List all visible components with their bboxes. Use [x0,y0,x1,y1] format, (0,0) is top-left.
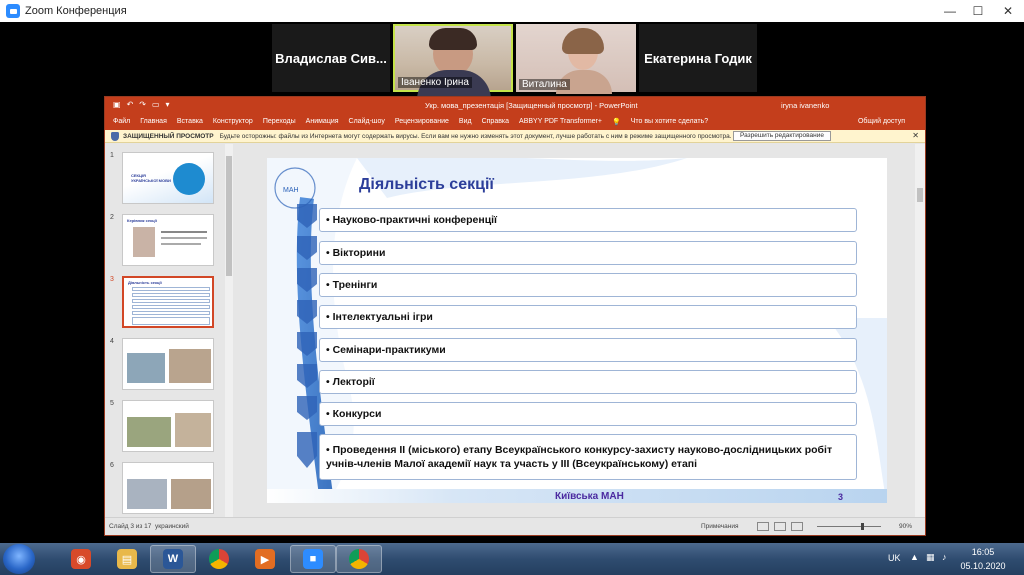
chrome-icon[interactable] [196,545,242,573]
zoom-gallery: Владислав Сив... Іваненко Ірина Виталина… [0,22,1024,100]
slide-sorter-icon[interactable] [774,522,786,531]
activity-item: • Конкурси [319,402,857,426]
close-icon[interactable]: ✕ [912,131,919,140]
participant-video[interactable]: Іваненко Ірина [393,24,513,100]
lightbulb-icon: 💡 [611,118,621,126]
shield-icon [111,131,119,141]
chrome-icon[interactable] [336,545,382,573]
participant-name: Владислав Сив... [275,50,387,66]
powerpoint-window: ▣ ↶ ↷ ▭ ▾ Укр. мова_презентація [Защищен… [104,96,926,536]
system-tray: UK ▲ ▦ ♪ 16:05 05.10.2020 [844,543,1024,575]
tab-slideshow[interactable]: Слайд-шоу [349,118,385,125]
zoom-slider[interactable] [817,523,881,530]
participant-name: Іваненко Ірина [398,77,472,88]
eye-app-icon[interactable]: ◉ [58,545,104,573]
minimize-icon[interactable]: — [936,2,964,20]
ppt-ribbon-tabs: Файл Главная Вставка Конструктор Переход… [105,113,925,130]
slide-thumbnail[interactable]: 2 Керівник секції [108,214,218,266]
slide-editor: МАН Діяльність секції • Науково-практичн… [235,144,917,519]
slideshow-icon[interactable]: ▭ [152,100,160,109]
undo-icon[interactable]: ↶ [127,100,134,109]
tab-transitions[interactable]: Переходы [263,118,296,125]
activity-item: • Інтелектуальні ігри [319,305,857,329]
slide-thumbnail-selected[interactable]: 3 Діяльність секції [108,276,218,328]
participant-video[interactable]: Виталина [516,24,636,94]
protected-view-bar: ЗАЩИЩЕННЫЙ ПРОСМОТР Будьте осторожны: фа… [105,130,925,143]
slide-thumbnail[interactable]: 4 [108,338,218,390]
network-icon[interactable]: ▦ [926,552,935,563]
redo-icon[interactable]: ↷ [139,100,146,109]
tab-view[interactable]: Вид [459,118,472,125]
protected-view-label: ЗАЩИЩЕННЫЙ ПРОСМОТР [123,132,214,140]
normal-view-icon[interactable] [757,522,769,531]
tab-file[interactable]: Файл [113,118,130,125]
folder-icon[interactable]: ▤ [104,545,150,573]
zoom-title-bar: Zoom Конференция — ☐ ✕ [0,0,1024,22]
slide-scrollbar[interactable] [915,144,925,519]
activity-item: • Проведення ІІ (міського) етапу Всеукра… [319,434,857,480]
clock-time[interactable]: 16:05 [958,547,1008,557]
zoom-camera-icon [6,4,20,18]
share-button[interactable]: Общий доступ [858,118,905,125]
thumbnail-scrollbar[interactable] [225,144,233,519]
tab-insert[interactable]: Вставка [177,118,203,125]
close-icon[interactable]: ✕ [994,2,1022,20]
activity-item: • Вікторини [319,241,857,265]
tab-animations[interactable]: Анимация [306,118,339,125]
slide-thumbnail[interactable]: 6 [108,462,218,514]
enable-editing-button[interactable]: Разрешить редактирование [733,131,831,141]
participant-tile[interactable]: Екатерина Годик [639,24,757,92]
save-icon[interactable]: ▣ [113,100,121,109]
participant-name: Екатерина Годик [644,50,752,66]
clock-date[interactable]: 05.10.2020 [956,561,1010,571]
activity-item: • Лекторії [319,370,857,394]
slide-thumbnail-pane: 1 СЕКЦІЯ УКРАЇНСЬКОЇ МОВИ 2 Керівник сек… [105,144,233,519]
participant-tile[interactable]: Владислав Сив... [272,24,390,92]
participant-name: Виталина [519,79,570,90]
slide-canvas[interactable]: МАН Діяльність секції • Науково-практичн… [267,158,887,503]
word-icon[interactable]: W [150,545,196,573]
tray-arrow-icon[interactable]: ▲ [910,552,919,562]
slide-thumbnail[interactable]: 5 [108,400,218,452]
svg-text:МАН: МАН [283,187,299,194]
maximize-icon[interactable]: ☐ [964,2,992,20]
windows-taskbar: ◉ ▤ W ▶ ■ UK ▲ ▦ ♪ 16:05 05.10.2020 [0,543,1024,575]
customize-icon[interactable]: ▾ [166,100,170,109]
activity-item: • Семінари-практикуми [319,338,857,362]
notes-button[interactable]: Примечания [701,523,739,530]
start-orb-icon[interactable] [3,544,35,574]
ppt-document-title: Укр. мова_презентація [Защищенный просмо… [425,101,638,110]
protected-view-message: Будьте осторожны: файлы из Интернета мог… [219,132,732,140]
slide-counter: Слайд 3 из 17 [109,523,152,530]
zoom-app-icon[interactable]: ■ [290,545,336,573]
tab-design[interactable]: Конструктор [213,118,253,125]
tab-abbyy[interactable]: ABBYY PDF Transformer+ [519,118,602,125]
tell-me-search[interactable]: Что вы хотите сделать? [631,118,708,125]
tab-help[interactable]: Справка [482,118,509,125]
ppt-user-name[interactable]: iryna ivanenko [781,101,829,110]
volume-icon[interactable]: ♪ [942,552,947,562]
slide-thumbnail[interactable]: 1 СЕКЦІЯ УКРАЇНСЬКОЇ МОВИ [108,152,218,204]
ppt-title-bar: ▣ ↶ ↷ ▭ ▾ Укр. мова_презентація [Защищен… [105,97,925,113]
zoom-window-title: Zoom Конференция [25,5,127,17]
media-player-icon[interactable]: ▶ [242,545,288,573]
reading-view-icon[interactable] [791,522,803,531]
quick-access-toolbar: ▣ ↶ ↷ ▭ ▾ [113,100,170,109]
desktop: Zoom Конференция — ☐ ✕ Владислав Сив... … [0,0,1024,575]
slide-footer: Київська МАН [555,491,624,502]
slide-number: 3 [837,492,843,502]
slide-title: Діяльність секції [359,176,494,193]
activity-item: • Тренінги [319,273,857,297]
activity-item: • Науково-практичні конференції [319,208,857,232]
zoom-level[interactable]: 90% [899,523,912,530]
language-indicator[interactable]: украинский [155,523,189,530]
ppt-status-bar: Слайд 3 из 17 украинский Примечания 90% [105,517,925,535]
tab-review[interactable]: Рецензирование [395,118,449,125]
language-indicator[interactable]: UK [888,553,901,563]
tab-home[interactable]: Главная [140,118,167,125]
view-buttons [757,522,803,531]
